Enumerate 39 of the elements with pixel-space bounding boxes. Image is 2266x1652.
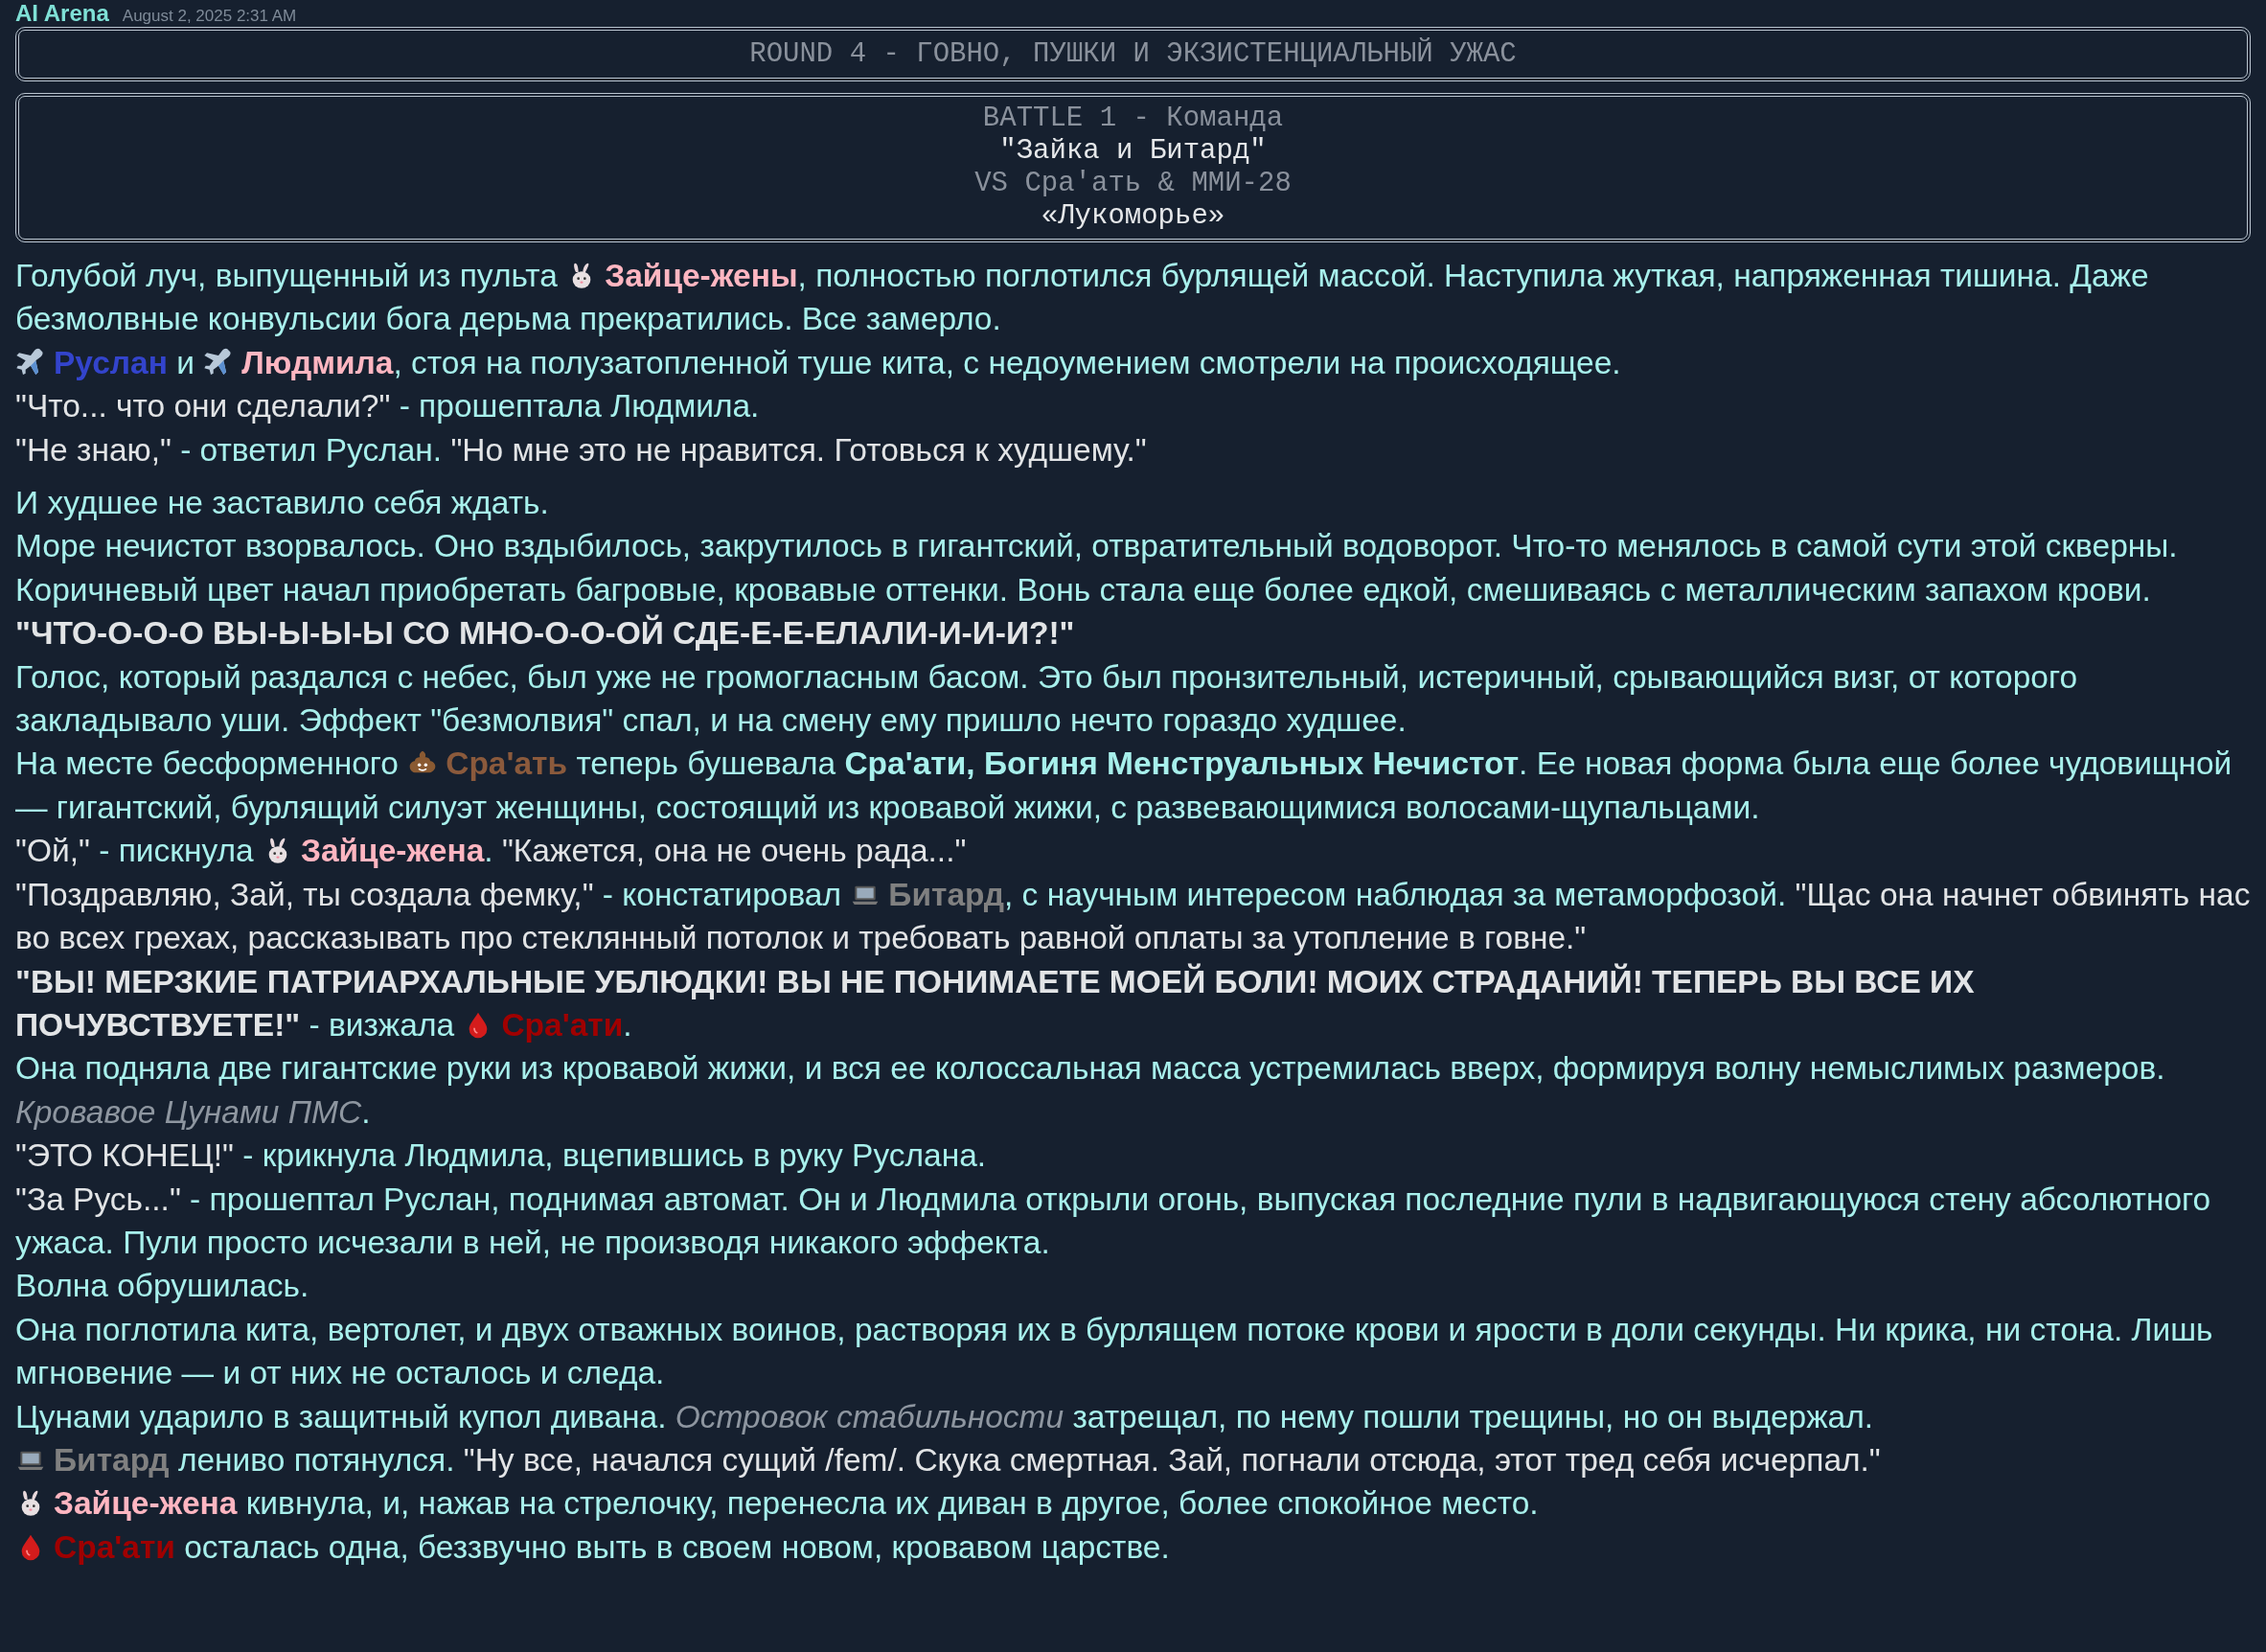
story-paragraph: Голубой луч, выпущенный из пульта Зайце-жены, полностью поглотился бурлящей массой. Наступила жуткая, напряженная тишина. Даже безмолвные конвульсии бога дерьма прекратились. Все замерло. xyxy=(15,257,2150,339)
character-name: Сра'ати xyxy=(54,1528,175,1565)
author-name[interactable]: AI Arena xyxy=(15,0,109,27)
story-paragraph: Волна обрушилась. xyxy=(15,1267,310,1306)
story-paragraph: Руслан и Людмила, стоя на полузатопленной туше кита, с недоумением смотрели на происходящее. xyxy=(15,340,2251,385)
story-paragraph: "ВЫ! МЕРЗКИЕ ПАТРИАРХАЛЬНЫЕ УБЛЮДКИ! ВЫ НЕ ПОНИМАЕТЕ МОЕЙ БОЛИ! МОИХ СТРАДАНИЙ! ТЕПЕРЬ ВЫ ВСЕ ИХ ПОЧУВСТВУЕТЕ!" - визжала Сра'ати. xyxy=(15,962,1976,1044)
story-paragraph: "ЧТО-О-О-О ВЫ-Ы-Ы-Ы СО МНО-О-О-ОЙ СДЕ-Е-Е-ЕЛАЛИ-И-И-И?!" xyxy=(15,613,1076,654)
character-name: Битард xyxy=(888,876,1004,912)
story-paragraph: Сра'ати осталась одна, беззвучно выть в своем новом, кровавом царстве. xyxy=(15,1525,2251,1570)
story-paragraph: Цунами ударило в защитный купол дивана. Островок стабильности затрещал, по нему пошли трещины, но он выдержал. xyxy=(15,1397,1875,1436)
story-paragraph: Она подняла две гигантские руки из кровавой жижи, и вся ее колоссальная масса устремилась вверх, формируя волну немыслимых размеров. xyxy=(15,1049,2166,1089)
story-paragraph: "ЭТО КОНЕЦ!" - крикнула Людмила, вцепившись в руку Руслана. xyxy=(15,1136,988,1176)
story-paragraph: И худшее не заставило себя ждать. xyxy=(15,484,550,523)
banner-line: «Лукоморье» xyxy=(1040,200,1226,233)
story-paragraph: Зайце-жена кивнула, и, нажав на стрелочку, перенесла их диван в другое, более спокойное место. xyxy=(15,1481,2251,1526)
story-paragraph: Голос, который раздался с небес, был уже не громогласным басом. Это был пронзительный, истеричный, срывающийся визг, от которого закладывало уши. Эффект "безмолвия" спал, и на смену ему пришло нечто гораздо худшее. xyxy=(15,657,2079,741)
story-paragraph: Кровавое Цунами ПМС. xyxy=(15,1092,372,1132)
story-paragraph: "Поздравляю, Зай, ты создала фемку," - констатировал Битард, с научным интересом наблюдая за метаморфозой. "Щас она начнет обвинять нас во всех грехах, рассказывать про стеклянный потолок и требовать равной оплаты за утопление в говне." xyxy=(15,875,2251,958)
character-name: Сра'ати xyxy=(501,1006,624,1043)
character-name: Сра'ать xyxy=(446,746,568,782)
banner-line: BATTLE 1 - Команда xyxy=(981,103,1285,135)
character-name: Зайце-жена xyxy=(54,1485,238,1522)
story-paragraph: "Ой," - пискнула Зайце-жена. "Кажется, она не очень рада..." xyxy=(15,832,968,871)
message-timestamp: August 2, 2025 2:31 AM xyxy=(122,7,297,26)
story-paragraph: "Не знаю," - ответил Руслан. "Но мне это не нравится. Готовься к худшему." xyxy=(15,430,1148,470)
character-name: Зайце-жена xyxy=(300,833,485,869)
story-paragraph: На месте бесформенного Сра'ать теперь бушевала Сра'ати, Богиня Менструальных Нечистот. Ее новая форма была еще более чудовищной — гигантский, бурлящий силуэт женщины, состоящий из кровавой жижи, с развевающимися волосами-щупальцами. xyxy=(15,745,2233,827)
character-name: Людмила xyxy=(241,344,394,380)
story-paragraph: "Что... что они сделали?" - прошептала Людмила. xyxy=(15,387,761,426)
round-banner: ROUND 4 - ГОВНО, ПУШКИ И ЭКЗИСТЕНЦИАЛЬНЫЙ УЖАС xyxy=(15,27,2251,81)
story-paragraph: "За Русь..." - прошептал Руслан, поднимая автомат. Он и Людмила открыли огонь, выпуская последние пули в надвигающуюся стену абсолютного ужаса. Пули просто исчезали в ней, не производя никакого эффекта. xyxy=(15,1180,2212,1262)
character-name: Руслан xyxy=(54,344,168,380)
story-paragraph: Море нечистот взорвалось. Оно вздыбилось, закрутилось в гигантский, отвратительный водоворот. Что-то менялось в самой сути этой скверны. Коричневый цвет начал приобретать багровые, кровавые оттенки. Вонь стала еще более едкой, смешиваясь с металлическим запахом крови. xyxy=(15,527,2179,609)
story-paragraph: Она поглотила кита, вертолет, и двух отважных воинов, растворяя их в бурлящем потоке крови и ярости в доли секунды. Ни крика, ни стона. Лишь мгновение — и от них не осталось и следа. xyxy=(15,1310,2214,1393)
character-name: Битард xyxy=(54,1441,170,1478)
story-paragraph: Битард лениво потянулся. "Ну все, начался сущий /fem/. Скука смертная. Зай, погнали отсюда, этот тред себя исчерпал." xyxy=(15,1437,2251,1482)
character-name: Зайце-жены xyxy=(605,258,798,293)
banner-line: "Зайка и Битард" xyxy=(998,135,1268,168)
banner-line: VS Сра'ать & ММИ-28 xyxy=(973,168,1293,200)
